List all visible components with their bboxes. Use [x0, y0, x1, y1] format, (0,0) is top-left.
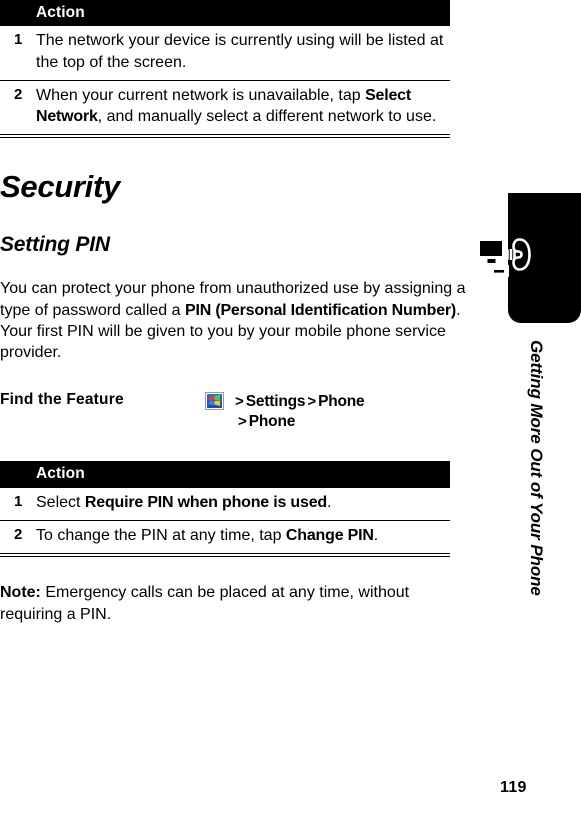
- network-action-table: Action 1 The network your device is curr…: [0, 0, 450, 134]
- ui-string: Require PIN when phone is used: [84, 493, 327, 511]
- menu-path-line-2: > Phone: [205, 412, 364, 433]
- pin-action-table: Action 1 Select Require PIN when phone i…: [0, 461, 450, 553]
- computer-phone-icon: [475, 238, 531, 277]
- row-text-before: When your current network is unavailable…: [36, 86, 366, 104]
- windows-flag-icon: [209, 394, 220, 406]
- row-text-after: .: [326, 493, 332, 511]
- table-row: 1 The network your device is currently u…: [0, 26, 450, 81]
- path-item-phone[interactable]: Phone: [318, 393, 365, 410]
- row-number: 2: [14, 525, 23, 543]
- note-text: Emergency calls can be placed at any tim…: [0, 584, 410, 623]
- table-row: 2 When your current network is unavailab…: [0, 80, 450, 134]
- note-label: Note:: [0, 584, 41, 602]
- find-the-feature-label: Find the Feature: [0, 390, 124, 408]
- row-text: The network your device is currently usi…: [36, 26, 450, 81]
- header-spacer: [0, 0, 36, 27]
- row-text: Select Require PIN when phone is used.: [36, 487, 450, 521]
- ui-string: PIN (Personal Identification Number): [185, 301, 457, 319]
- table-header-row: Action: [0, 461, 450, 488]
- path-separator: >: [307, 392, 317, 410]
- chapter-heading: Security: [0, 169, 120, 205]
- table-row: 2 To change the PIN at any time, tap Cha…: [0, 520, 450, 553]
- table-bottom-rule: [0, 134, 450, 139]
- row-number: 1: [0, 487, 36, 521]
- header-spacer: [0, 461, 36, 488]
- row-text-after: , and manually select a different networ…: [97, 108, 437, 126]
- intro-paragraph: You can protect your phone from unauthor…: [0, 278, 470, 363]
- path-separator: >: [238, 413, 247, 431]
- table-bottom-rule: [0, 553, 450, 558]
- path-item-phone-2[interactable]: Phone: [249, 413, 296, 430]
- page-number: 119: [500, 779, 527, 796]
- windows-start-icon[interactable]: [205, 391, 224, 410]
- row-text-before: To change the PIN at any time, tap: [36, 526, 286, 544]
- path-item-settings[interactable]: Settings: [246, 393, 306, 410]
- row-text: To change the PIN at any time, tap Chang…: [36, 520, 450, 553]
- table-row: 1 Select Require PIN when phone is used.: [0, 487, 450, 521]
- content-column: Action 1 The network your device is curr…: [0, 0, 466, 625]
- path-separator: >: [235, 392, 244, 410]
- menu-path: > Settings > Phone > Phone: [205, 391, 365, 434]
- find-the-feature: Find the Feature > Settings > Phone > Ph…: [0, 391, 460, 434]
- note-paragraph: Note: Emergency calls can be placed at a…: [0, 582, 470, 625]
- row-number: 1: [0, 26, 36, 81]
- row-text-after: .: [373, 526, 379, 544]
- ui-string: Change PIN: [285, 526, 374, 544]
- row-text-before: Select: [36, 493, 85, 511]
- table-header-row: Action: [0, 0, 450, 27]
- row-number: 2: [14, 85, 23, 103]
- section-heading: Setting PIN: [0, 233, 110, 257]
- menu-path-line-1: > Settings > Phone: [205, 391, 365, 413]
- table-header-action: Action: [36, 461, 450, 488]
- table-header-action: Action: [36, 0, 450, 27]
- manual-page: Action 1 The network your device is curr…: [0, 0, 581, 816]
- row-text: When your current network is unavailable…: [36, 80, 450, 134]
- running-head-vertical: Getting More Out of Your Phone: [527, 340, 546, 596]
- row-text-before: The network your device is currently usi…: [36, 32, 444, 71]
